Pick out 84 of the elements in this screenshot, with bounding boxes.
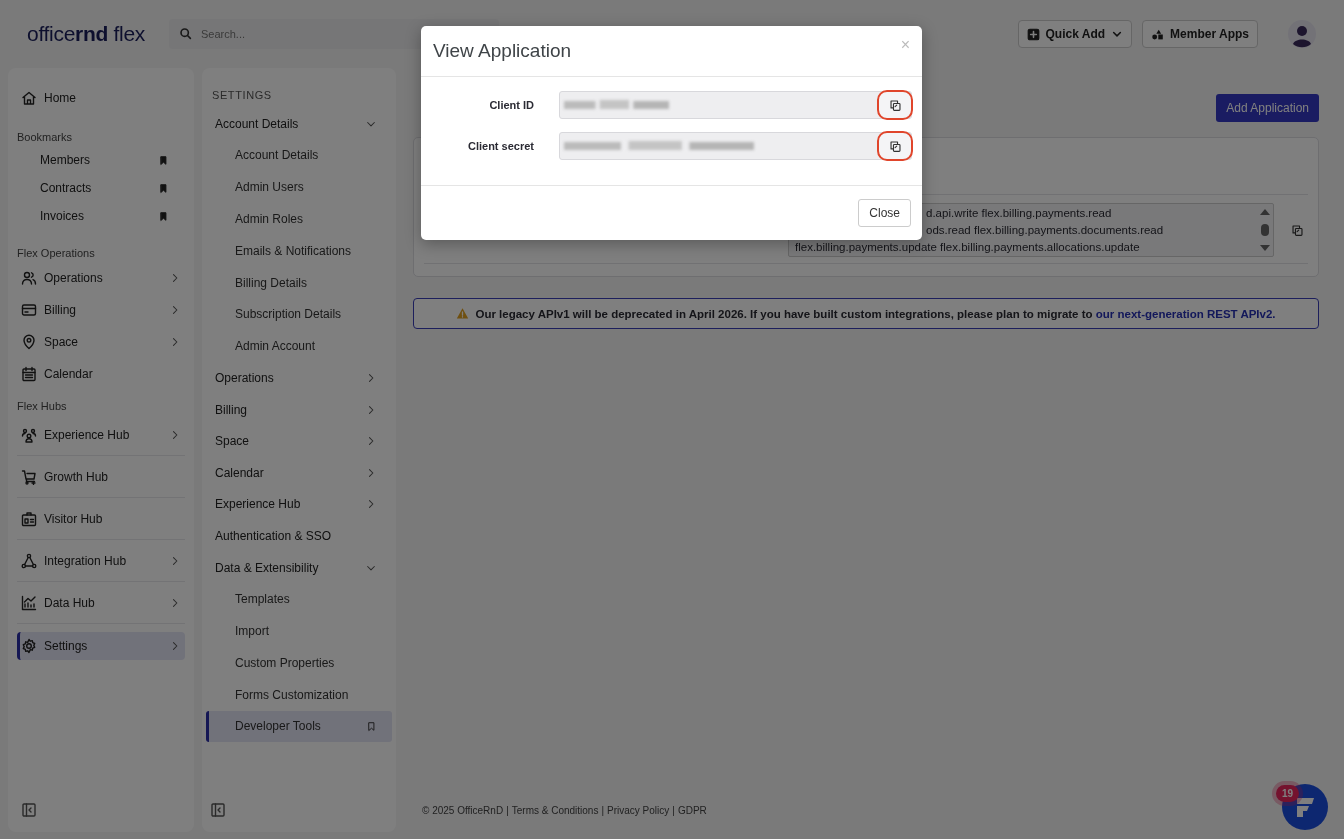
settings-group[interactable]: Experience Hub	[206, 488, 392, 521]
settings-subpage-link[interactable]: Account Details	[206, 139, 392, 172]
warning-icon	[456, 307, 470, 320]
bookmark-link[interactable]: Contracts	[17, 174, 185, 202]
gear-icon	[21, 638, 37, 654]
chart-icon	[21, 594, 37, 611]
settings-group[interactable]: Space	[206, 425, 392, 457]
notification-badge: 19	[1275, 785, 1299, 802]
settings-subpage-link[interactable]: Templates	[206, 583, 392, 616]
avatar-icon[interactable]	[1288, 20, 1316, 48]
field-label: Client ID	[488, 99, 534, 111]
settings-subpage-link[interactable]: Billing Details	[206, 266, 392, 299]
copy-button[interactable]	[877, 90, 913, 120]
settings-subpage-link[interactable]: Forms Customization	[206, 678, 392, 711]
nav-item[interactable]: Space	[17, 326, 185, 358]
close-dialog-button[interactable]: Close	[858, 199, 911, 227]
bookmark-icon	[158, 210, 169, 222]
copy-icon	[1290, 223, 1304, 237]
quick-add-button[interactable]: Quick Add	[1017, 20, 1133, 48]
bookmark-icon	[158, 182, 169, 194]
users-icon	[21, 270, 37, 286]
copy-icon	[888, 139, 902, 153]
settings-link[interactable]: Authentication & SSO	[206, 520, 392, 552]
home-icon	[21, 90, 37, 106]
settings-subpage-link[interactable]: Import	[206, 615, 392, 647]
nav-item[interactable]: Home	[17, 82, 185, 114]
nav-item[interactable]: Integration Hub	[17, 540, 185, 582]
nav-item[interactable]: Billing	[17, 294, 185, 326]
nav-item[interactable]: Experience Hub	[17, 414, 185, 456]
shapes-icon	[1151, 27, 1165, 41]
settings-group[interactable]: Billing	[206, 393, 392, 426]
bookmark-link[interactable]: Members	[17, 146, 185, 174]
bookmark-outline-icon	[366, 720, 377, 732]
nav-item[interactable]: Visitor Hub	[17, 498, 185, 540]
add-application-button[interactable]: Add Application	[1216, 94, 1319, 122]
panel-title: SETTINGS	[211, 88, 273, 103]
nav-item[interactable]: Growth Hub	[17, 456, 185, 498]
separator: |	[506, 805, 509, 816]
cart-icon	[21, 468, 37, 485]
footer-link[interactable]: GDPR	[677, 805, 707, 816]
nodes-icon	[21, 552, 37, 569]
nav-heading: Flex Hubs	[17, 399, 68, 414]
settings-subpage-link[interactable]: Custom Properties	[206, 646, 392, 679]
settings-group[interactable]: Data & Extensibility	[206, 551, 392, 584]
card-icon	[21, 302, 37, 318]
settings-group[interactable]: Operations	[206, 362, 392, 394]
settings-subpage-link[interactable]: Developer Tools	[206, 710, 392, 743]
calendar-icon	[21, 366, 37, 382]
text-field[interactable]	[559, 132, 912, 160]
member-apps-button[interactable]: Member Apps	[1142, 20, 1258, 48]
chat-launcher[interactable]	[1282, 784, 1328, 830]
settings-subpage-link[interactable]: Admin Roles	[206, 203, 392, 235]
settings-subpage-link[interactable]: Subscription Details	[206, 298, 392, 331]
id-card-icon	[21, 510, 37, 527]
settings-subpage-link[interactable]: Emails & Notifications	[206, 235, 392, 267]
pin-icon	[21, 334, 37, 350]
nav-heading: Bookmarks	[17, 130, 74, 145]
nav-item[interactable]: Operations	[17, 262, 185, 294]
settings-subpage-link[interactable]: Admin Account	[206, 330, 392, 363]
footer-link[interactable]: Terms & Conditions	[511, 805, 599, 816]
copy-icon	[888, 98, 902, 112]
bookmark-icon	[158, 154, 169, 166]
nav-item[interactable]: Data Hub	[17, 582, 185, 624]
copy-button[interactable]	[877, 131, 913, 161]
field-label: Client secret	[466, 140, 534, 152]
settings-subpage-link[interactable]: Admin Users	[206, 171, 392, 204]
nav-item[interactable]: Calendar	[17, 358, 185, 390]
copyright: © 2025 OfficeRnD	[422, 805, 504, 816]
text-field[interactable]	[559, 91, 912, 119]
nav-heading: Flex Operations	[17, 246, 96, 261]
collapse-sidebar-icon	[210, 802, 226, 818]
deprecation-notice: Our legacy APIv1 will be deprecated in April 2026. If you have built custom integrations, please plan to migrate to our next-generation REST APIv2.	[475, 307, 1276, 320]
nav-item[interactable]: Settings	[17, 632, 185, 660]
collapse-sidebar-icon	[21, 802, 37, 818]
plus-square-icon	[1026, 27, 1040, 41]
logo[interactable]: officernd flex	[27, 22, 159, 46]
settings-group[interactable]: Account Details	[206, 108, 392, 140]
bookmark-link[interactable]: Invoices	[17, 202, 185, 230]
group-icon	[21, 426, 37, 443]
footer-link[interactable]: Privacy Policy	[607, 805, 670, 816]
apiv2-link[interactable]: our next-generation REST APIv2.	[1095, 307, 1276, 320]
separator: |	[601, 805, 605, 816]
separator: |	[672, 805, 675, 816]
settings-group[interactable]: Calendar	[206, 456, 392, 489]
